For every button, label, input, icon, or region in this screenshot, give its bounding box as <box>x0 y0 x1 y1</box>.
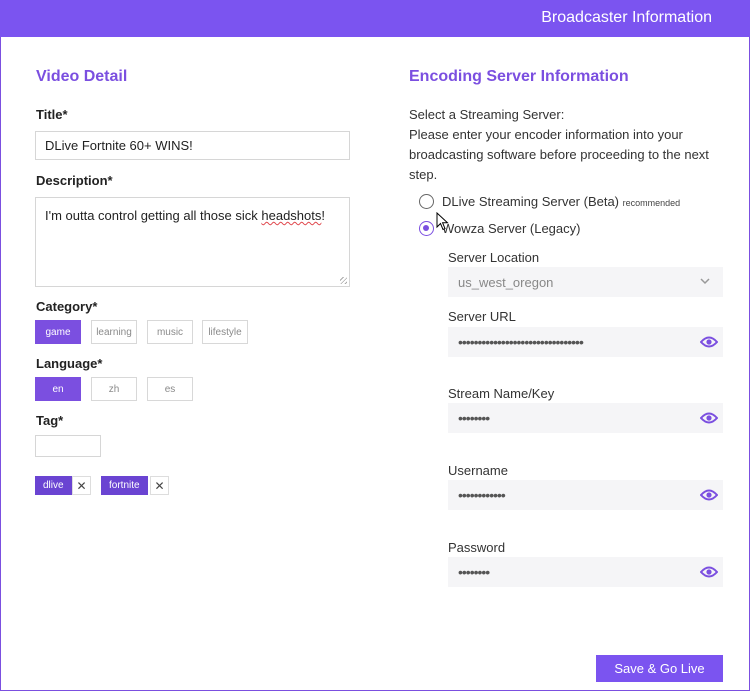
server-url-label: Server URL <box>448 309 516 324</box>
server-location-value: us_west_oregon <box>458 274 554 290</box>
category-chip-music[interactable]: music <box>147 320 193 344</box>
category-chip-learning[interactable]: learning <box>91 320 137 344</box>
eye-icon[interactable] <box>700 565 718 579</box>
radio-dlive-server[interactable] <box>419 194 434 209</box>
server-location-label: Server Location <box>448 250 540 265</box>
server-location-select[interactable]: us_west_oregon <box>448 267 723 297</box>
description-label: Description* <box>36 173 113 188</box>
title-input[interactable]: DLive Fortnite 60+ WINS! <box>35 131 350 160</box>
password-field[interactable]: •••••••• <box>448 557 723 587</box>
username-value: •••••••••••• <box>458 487 506 503</box>
close-icon[interactable]: ✕ <box>72 476 91 495</box>
eye-icon[interactable] <box>700 488 718 502</box>
language-label: Language* <box>36 356 103 371</box>
username-field[interactable]: •••••••••••• <box>448 480 723 510</box>
instructions-line-2: broadcasting software before proceeding … <box>409 147 709 162</box>
save-go-live-button[interactable]: Save & Go Live <box>596 655 723 682</box>
tag-input[interactable] <box>35 435 101 457</box>
resize-handle-icon[interactable] <box>340 277 347 284</box>
language-chip-es[interactable]: es <box>147 377 193 401</box>
chevron-down-icon <box>700 278 710 285</box>
stream-key-label: Stream Name/Key <box>448 386 555 401</box>
recommended-badge: recommended <box>622 198 681 208</box>
username-label: Username <box>448 463 508 478</box>
title-label: Title* <box>36 107 68 122</box>
title-input-value: DLive Fortnite 60+ WINS! <box>45 138 193 153</box>
password-value: •••••••• <box>458 564 490 580</box>
radio-wowza-server[interactable] <box>419 221 434 236</box>
server-url-field[interactable]: •••••••••••••••••••••••••••••••• <box>448 327 723 357</box>
description-text: I'm outta control getting all those sick… <box>45 208 325 223</box>
eye-icon[interactable] <box>700 411 718 425</box>
header-title: Broadcaster Information <box>541 9 712 26</box>
language-chip-en[interactable]: en <box>35 377 81 401</box>
mouse-cursor-icon <box>436 212 449 231</box>
instructions-line-1: Please enter your encoder information in… <box>409 127 683 142</box>
stream-key-field[interactable]: •••••••• <box>448 403 723 433</box>
stream-key-value: •••••••• <box>458 410 490 426</box>
category-label: Category* <box>36 299 98 314</box>
tag-dlive: dlive <box>35 476 72 495</box>
category-chip-game[interactable]: game <box>35 320 81 344</box>
description-textarea[interactable]: I'm outta control getting all those sick… <box>35 197 350 287</box>
password-label: Password <box>448 540 506 555</box>
header-bar: Broadcaster Information <box>0 0 750 37</box>
instructions-line-3: step. <box>409 167 438 182</box>
eye-icon[interactable] <box>700 335 718 349</box>
server-url-value: •••••••••••••••••••••••••••••••• <box>458 334 584 350</box>
category-chip-lifestyle[interactable]: lifestyle <box>202 320 248 344</box>
close-icon[interactable]: ✕ <box>150 476 169 495</box>
radio-dlive-server-label[interactable]: DLive Streaming Server (Beta) recommende… <box>442 194 680 209</box>
tag-fortnite: fortnite <box>101 476 148 495</box>
video-detail-heading: Video Detail <box>36 68 128 85</box>
spellcheck-word: headshots <box>261 208 322 223</box>
select-server-prompt: Select a Streaming Server: <box>409 107 565 122</box>
radio-wowza-server-label[interactable]: Wowza Server (Legacy) <box>442 221 580 236</box>
encoding-heading: Encoding Server Information <box>409 68 629 85</box>
tag-label: Tag* <box>36 413 64 428</box>
language-chip-zh[interactable]: zh <box>91 377 137 401</box>
